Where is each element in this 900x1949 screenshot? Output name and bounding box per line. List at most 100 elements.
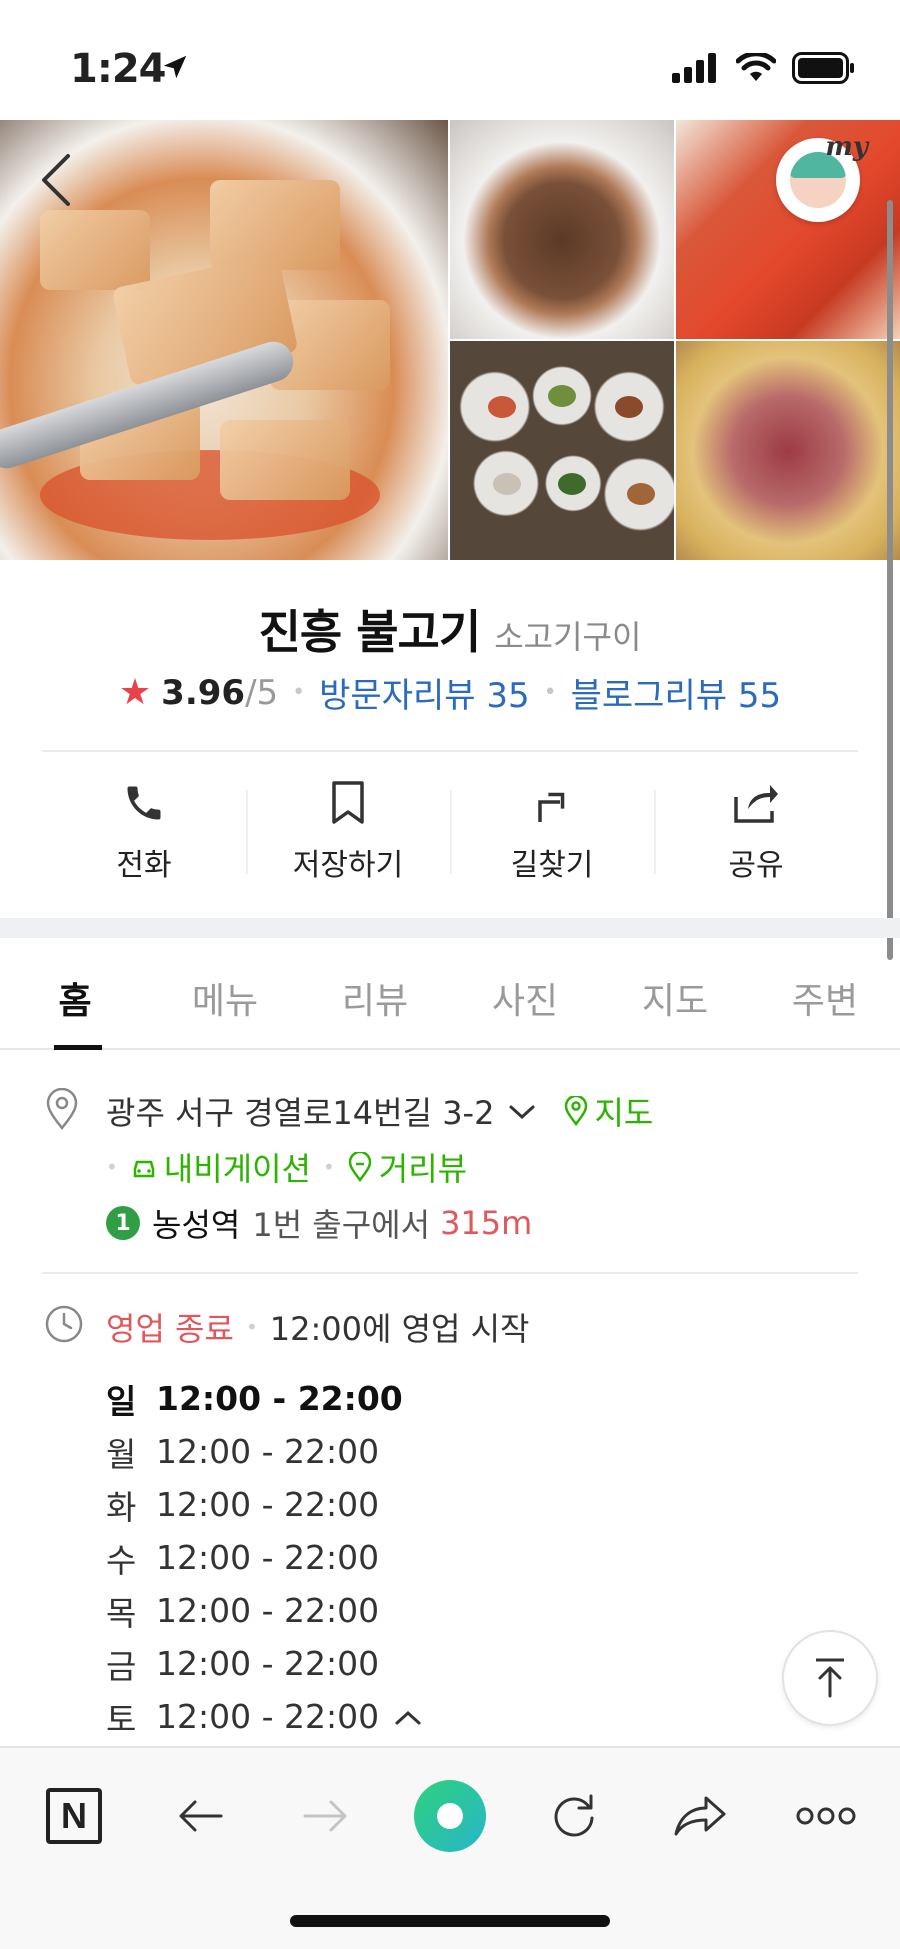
- street-view-label: 거리뷰: [378, 1150, 468, 1188]
- next-open-time: 12:00에 영업 시작: [269, 1310, 530, 1348]
- navigation-link[interactable]: 내비게이션: [130, 1144, 311, 1190]
- subway-row: 1 농성역 1번 출구에서 315m: [106, 1200, 532, 1246]
- my-label: my: [825, 132, 868, 162]
- station-name: 농성역: [152, 1206, 241, 1244]
- bookmark-icon: [328, 778, 368, 828]
- directions-icon: [532, 778, 572, 828]
- street-view-link[interactable]: 거리뷰: [347, 1144, 467, 1190]
- place-name: 진흥 불고기: [258, 605, 482, 659]
- address-text: 광주 서구 경열로14번길 3-2: [106, 1094, 495, 1132]
- call-label: 전화: [116, 848, 172, 883]
- share-page-button[interactable]: [660, 1776, 740, 1856]
- hours-day: 일: [106, 1381, 137, 1421]
- hours-row: 화 12:00 - 22:00: [106, 1478, 423, 1531]
- tab-home[interactable]: 홈: [0, 938, 150, 1050]
- action-bar: 전화 저장하기 길찾기 공유: [42, 778, 858, 888]
- hours-row: 토 12:00 - 22:00: [106, 1690, 423, 1743]
- map-link[interactable]: 지도: [564, 1088, 653, 1134]
- save-label: 저장하기: [292, 848, 404, 883]
- hours-day: 금: [106, 1646, 137, 1686]
- photo-4[interactable]: [450, 341, 674, 560]
- naver-home-button[interactable]: N: [34, 1776, 114, 1856]
- visitor-reviews-link[interactable]: 방문자리뷰 35: [319, 668, 529, 717]
- forward-button[interactable]: [286, 1776, 366, 1856]
- hours-list: 일 12:00 - 22:00 월 12:00 - 22:00 화 12:00 …: [106, 1372, 423, 1743]
- divider: [42, 750, 858, 752]
- back-button[interactable]: [160, 1776, 240, 1856]
- place-category: 소고기구이: [494, 618, 642, 656]
- green-dot-button[interactable]: [410, 1776, 490, 1856]
- hours-day: 토: [106, 1699, 137, 1739]
- call-button[interactable]: 전화: [42, 778, 246, 888]
- photo-2[interactable]: [450, 120, 674, 339]
- green-dot-icon: [414, 1780, 486, 1852]
- tab-map[interactable]: 지도: [600, 938, 750, 1048]
- share-label: 공유: [728, 848, 784, 883]
- arrow-up-icon: [816, 1658, 844, 1698]
- hours-row: 일 12:00 - 22:00: [106, 1372, 423, 1425]
- chevron-down-icon[interactable]: [508, 1092, 536, 1130]
- hours-time: 12:00 - 22:00: [156, 1697, 380, 1736]
- status-bar: 1:24: [0, 0, 900, 120]
- battery-icon: [792, 52, 856, 88]
- blog-reviews-link[interactable]: 블로그리뷰 55: [571, 668, 781, 717]
- hours-row: 목 12:00 - 22:00: [106, 1584, 423, 1637]
- share-button[interactable]: 공유: [654, 778, 858, 888]
- place-title: 진흥 불고기 소고기구이: [0, 596, 900, 662]
- location-pin-icon: [44, 1087, 80, 1134]
- scrollbar[interactable]: [887, 200, 893, 960]
- share-icon: [732, 778, 780, 828]
- hours-day: 월: [106, 1434, 137, 1474]
- directions-label: 길찾기: [510, 848, 594, 883]
- tab-bar: 홈 메뉴 리뷰 사진 지도 주변: [0, 938, 900, 1050]
- more-button[interactable]: [786, 1776, 866, 1856]
- hours-day: 화: [106, 1487, 137, 1527]
- navigation-label: 내비게이션: [163, 1150, 311, 1188]
- home-indicator[interactable]: [290, 1915, 610, 1927]
- tab-menu[interactable]: 메뉴: [150, 938, 300, 1048]
- wifi-icon: [735, 51, 777, 87]
- share-arrow-icon: [674, 1796, 726, 1836]
- station-distance: 315m: [440, 1204, 533, 1242]
- back-arrow-icon: [179, 1800, 223, 1832]
- photo-grid[interactable]: [0, 120, 900, 562]
- clock-icon: [44, 1304, 84, 1348]
- status-time: 1:24: [70, 46, 166, 92]
- naver-logo-icon: N: [46, 1788, 102, 1844]
- hours-time: 12:00 - 22:00: [156, 1379, 403, 1418]
- hours-time: 12:00 - 22:00: [156, 1644, 380, 1683]
- hours-day: 수: [106, 1540, 137, 1580]
- hours-day: 목: [106, 1593, 137, 1633]
- chevron-left-icon[interactable]: [36, 150, 76, 214]
- more-dots-icon: [796, 1807, 856, 1825]
- tab-reviews[interactable]: 리뷰: [300, 938, 450, 1048]
- location-arrow-icon: [160, 52, 190, 86]
- subway-line-badge: 1: [106, 1206, 140, 1240]
- tab-photos[interactable]: 사진: [450, 938, 600, 1048]
- rating-score: 3.96: [161, 672, 246, 713]
- scroll-to-top-button[interactable]: [782, 1630, 878, 1726]
- tab-nearby[interactable]: 주변: [750, 938, 900, 1048]
- address-row: 광주 서구 경열로14번길 3-2 지도: [106, 1088, 653, 1134]
- car-icon: [133, 1160, 155, 1178]
- chevron-up-icon[interactable]: [393, 1697, 423, 1736]
- refresh-icon: [554, 1794, 594, 1837]
- my-profile-button[interactable]: my: [776, 132, 868, 222]
- station-exit: 1번 출구에서: [252, 1206, 431, 1244]
- hours-header[interactable]: 영업 종료 • 12:00에 영업 시작: [106, 1304, 530, 1350]
- hours-row: 월 12:00 - 22:00: [106, 1425, 423, 1478]
- photo-5[interactable]: [676, 341, 900, 560]
- forward-arrow-icon: [303, 1800, 347, 1832]
- directions-button[interactable]: 길찾기: [450, 778, 654, 888]
- map-link-label: 지도: [594, 1094, 654, 1132]
- rating-row: ★ 3.96 /5 • 방문자리뷰 35 • 블로그리뷰 55: [0, 668, 900, 717]
- rating-max: /5: [245, 672, 279, 713]
- navigation-row: • 내비게이션 • 거리뷰: [106, 1144, 467, 1190]
- signal-icon: [672, 53, 720, 87]
- refresh-button[interactable]: [534, 1776, 614, 1856]
- map-pin-icon: [565, 1096, 588, 1126]
- hours-time: 12:00 - 22:00: [156, 1538, 380, 1577]
- save-button[interactable]: 저장하기: [246, 778, 450, 888]
- hours-time: 12:00 - 22:00: [156, 1485, 380, 1524]
- section-separator: [0, 918, 900, 938]
